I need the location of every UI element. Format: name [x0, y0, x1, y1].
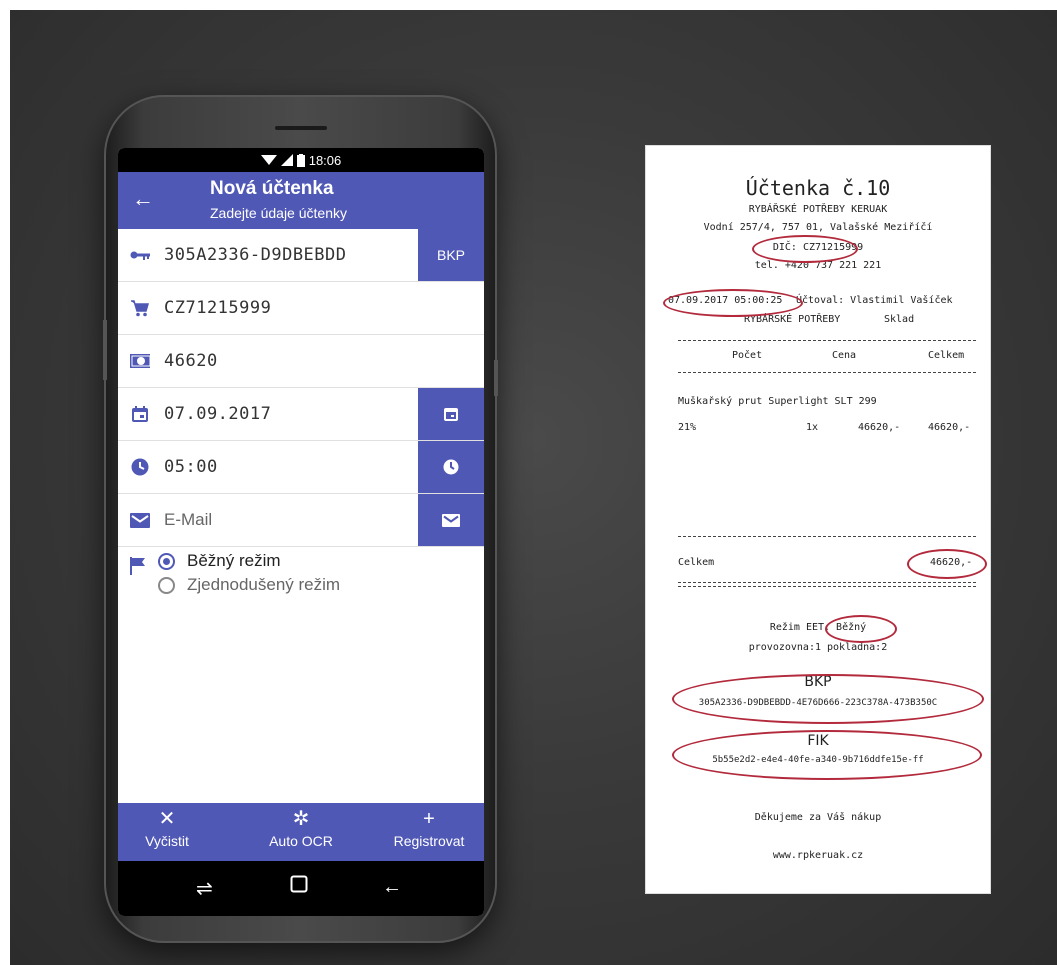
flag-icon: [130, 557, 146, 580]
amount-row: 46620: [118, 335, 484, 388]
cart-icon: [130, 298, 150, 318]
time-row: 05:00: [118, 441, 484, 494]
annotation-oval-eet: [825, 615, 897, 643]
item-total: 46620,-: [928, 422, 971, 433]
page-title: Nová účtenka: [210, 178, 334, 199]
mode-option-label: Zjednodušený režim: [187, 575, 341, 594]
mode-option-label: Běžný režim: [187, 551, 281, 570]
bkp-field[interactable]: 305A2336-D9DBEBDD: [164, 245, 347, 265]
receipt-divider: [678, 340, 976, 341]
system-nav-bar: ⇌ ←: [118, 861, 484, 916]
radio-selected[interactable]: [158, 552, 175, 570]
wifi-icon: [260, 155, 277, 165]
annotation-oval-bkp: [672, 674, 984, 724]
key-icon: [130, 245, 150, 265]
receipt-cashier: Účtoval: Vlastimil Vašíček: [796, 295, 953, 306]
battery-icon: [296, 153, 305, 167]
email-row: E-Mail: [118, 494, 484, 547]
plus-icon: +: [423, 808, 435, 830]
column-count: Počet: [732, 350, 763, 361]
receipt-storage: Sklad: [884, 314, 915, 325]
time-picker-button[interactable]: [418, 441, 484, 493]
clear-button[interactable]: ✕ Vyčistit: [132, 803, 202, 849]
thanks-text: Děkujeme za Váš nákup: [754, 812, 882, 823]
send-email-button[interactable]: [418, 494, 484, 546]
receipt-shop: RYBÁŘSKÉ POTŘEBY KERUAK: [748, 204, 888, 215]
mail-icon: [130, 510, 150, 530]
home-icon[interactable]: [290, 875, 308, 899]
column-total: Celkem: [928, 350, 965, 361]
item-qty: 1x: [806, 422, 819, 433]
back-arrow-icon[interactable]: ←: [132, 188, 154, 210]
calendar-icon: [444, 408, 458, 421]
status-time: 18:06: [308, 152, 342, 168]
item-price: 46620,-: [858, 422, 901, 433]
calendar-icon: [130, 404, 150, 424]
receipt-title: Účtenka č.10: [745, 176, 891, 200]
back-icon[interactable]: ←: [382, 876, 402, 899]
clear-label: Vyčistit: [145, 833, 189, 849]
receipt-divider: [678, 582, 976, 583]
clock-icon: [443, 459, 459, 475]
money-icon: [130, 351, 150, 371]
receipt-divider: [678, 536, 976, 537]
receipt-address: Vodní 257/4, 757 01, Valašské Meziříčí: [703, 222, 933, 233]
clock-icon: [130, 457, 150, 477]
receipt-divider: [678, 372, 976, 373]
app-bar: ← Nová účtenka Zadejte údaje účtenky: [118, 172, 484, 229]
annotation-oval-datetime: [663, 289, 803, 317]
status-bar: 18:06: [118, 148, 484, 172]
mail-icon: [442, 513, 460, 527]
bkp-button[interactable]: BKP: [418, 229, 484, 281]
eet-mode: Režim EET: Běžný: [769, 622, 867, 633]
radio-unselected[interactable]: [158, 576, 175, 594]
receipt: Účtenka č.10 RYBÁŘSKÉ POTŘEBY KERUAK Vod…: [646, 146, 990, 893]
close-icon: ✕: [158, 808, 176, 830]
column-price: Cena: [832, 350, 857, 361]
email-field[interactable]: E-Mail: [164, 510, 212, 530]
annotation-oval-total: [907, 549, 987, 579]
dic-row: CZ71215999: [118, 282, 484, 335]
register-button[interactable]: + Registrovat: [384, 803, 474, 849]
mode-option-normal[interactable]: Běžný režim: [158, 551, 281, 571]
phone-power-button: [494, 360, 498, 396]
item-name: Muškařský prut Superlight SLT 299: [678, 396, 877, 407]
time-field[interactable]: 05:00: [164, 457, 218, 477]
bkp-row: 305A2336-D9DBEBDD BKP: [118, 229, 484, 282]
website: www.rpkeruak.cz: [772, 850, 864, 861]
amount-field[interactable]: 46620: [164, 351, 218, 371]
receipt-divider: [678, 586, 976, 587]
provozovna: provozovna:1 pokladna:2: [748, 642, 888, 653]
signal-icon: [280, 154, 293, 166]
mode-group: Běžný režim Zjednodušený režim: [118, 547, 484, 607]
annotation-oval-fik: [672, 730, 982, 780]
auto-ocr-button[interactable]: ✲ Auto OCR: [258, 803, 344, 849]
phone-speaker: [275, 126, 327, 130]
magic-wand-icon: ✲: [292, 808, 310, 830]
recents-icon[interactable]: ⇌: [196, 876, 213, 901]
register-label: Registrovat: [393, 833, 465, 849]
page-subtitle: Zadejte údaje účtenky: [210, 205, 347, 221]
item-vat: 21%: [678, 422, 697, 433]
date-picker-button[interactable]: [418, 388, 484, 440]
phone-volume-button: [103, 320, 107, 380]
bottom-action-bar: ✕ Vyčistit ✲ Auto OCR + Registrovat: [118, 803, 484, 861]
dic-field[interactable]: CZ71215999: [164, 298, 271, 318]
date-field[interactable]: 07.09.2017: [164, 404, 271, 424]
auto-ocr-label: Auto OCR: [269, 833, 333, 849]
annotation-oval-dic: [752, 235, 858, 263]
mode-option-simplified[interactable]: Zjednodušený režim: [158, 575, 340, 595]
total-label: Celkem: [678, 557, 715, 568]
phone-screen: 18:06 ← Nová účtenka Zadejte údaje účten…: [118, 148, 484, 916]
date-row: 07.09.2017: [118, 388, 484, 441]
